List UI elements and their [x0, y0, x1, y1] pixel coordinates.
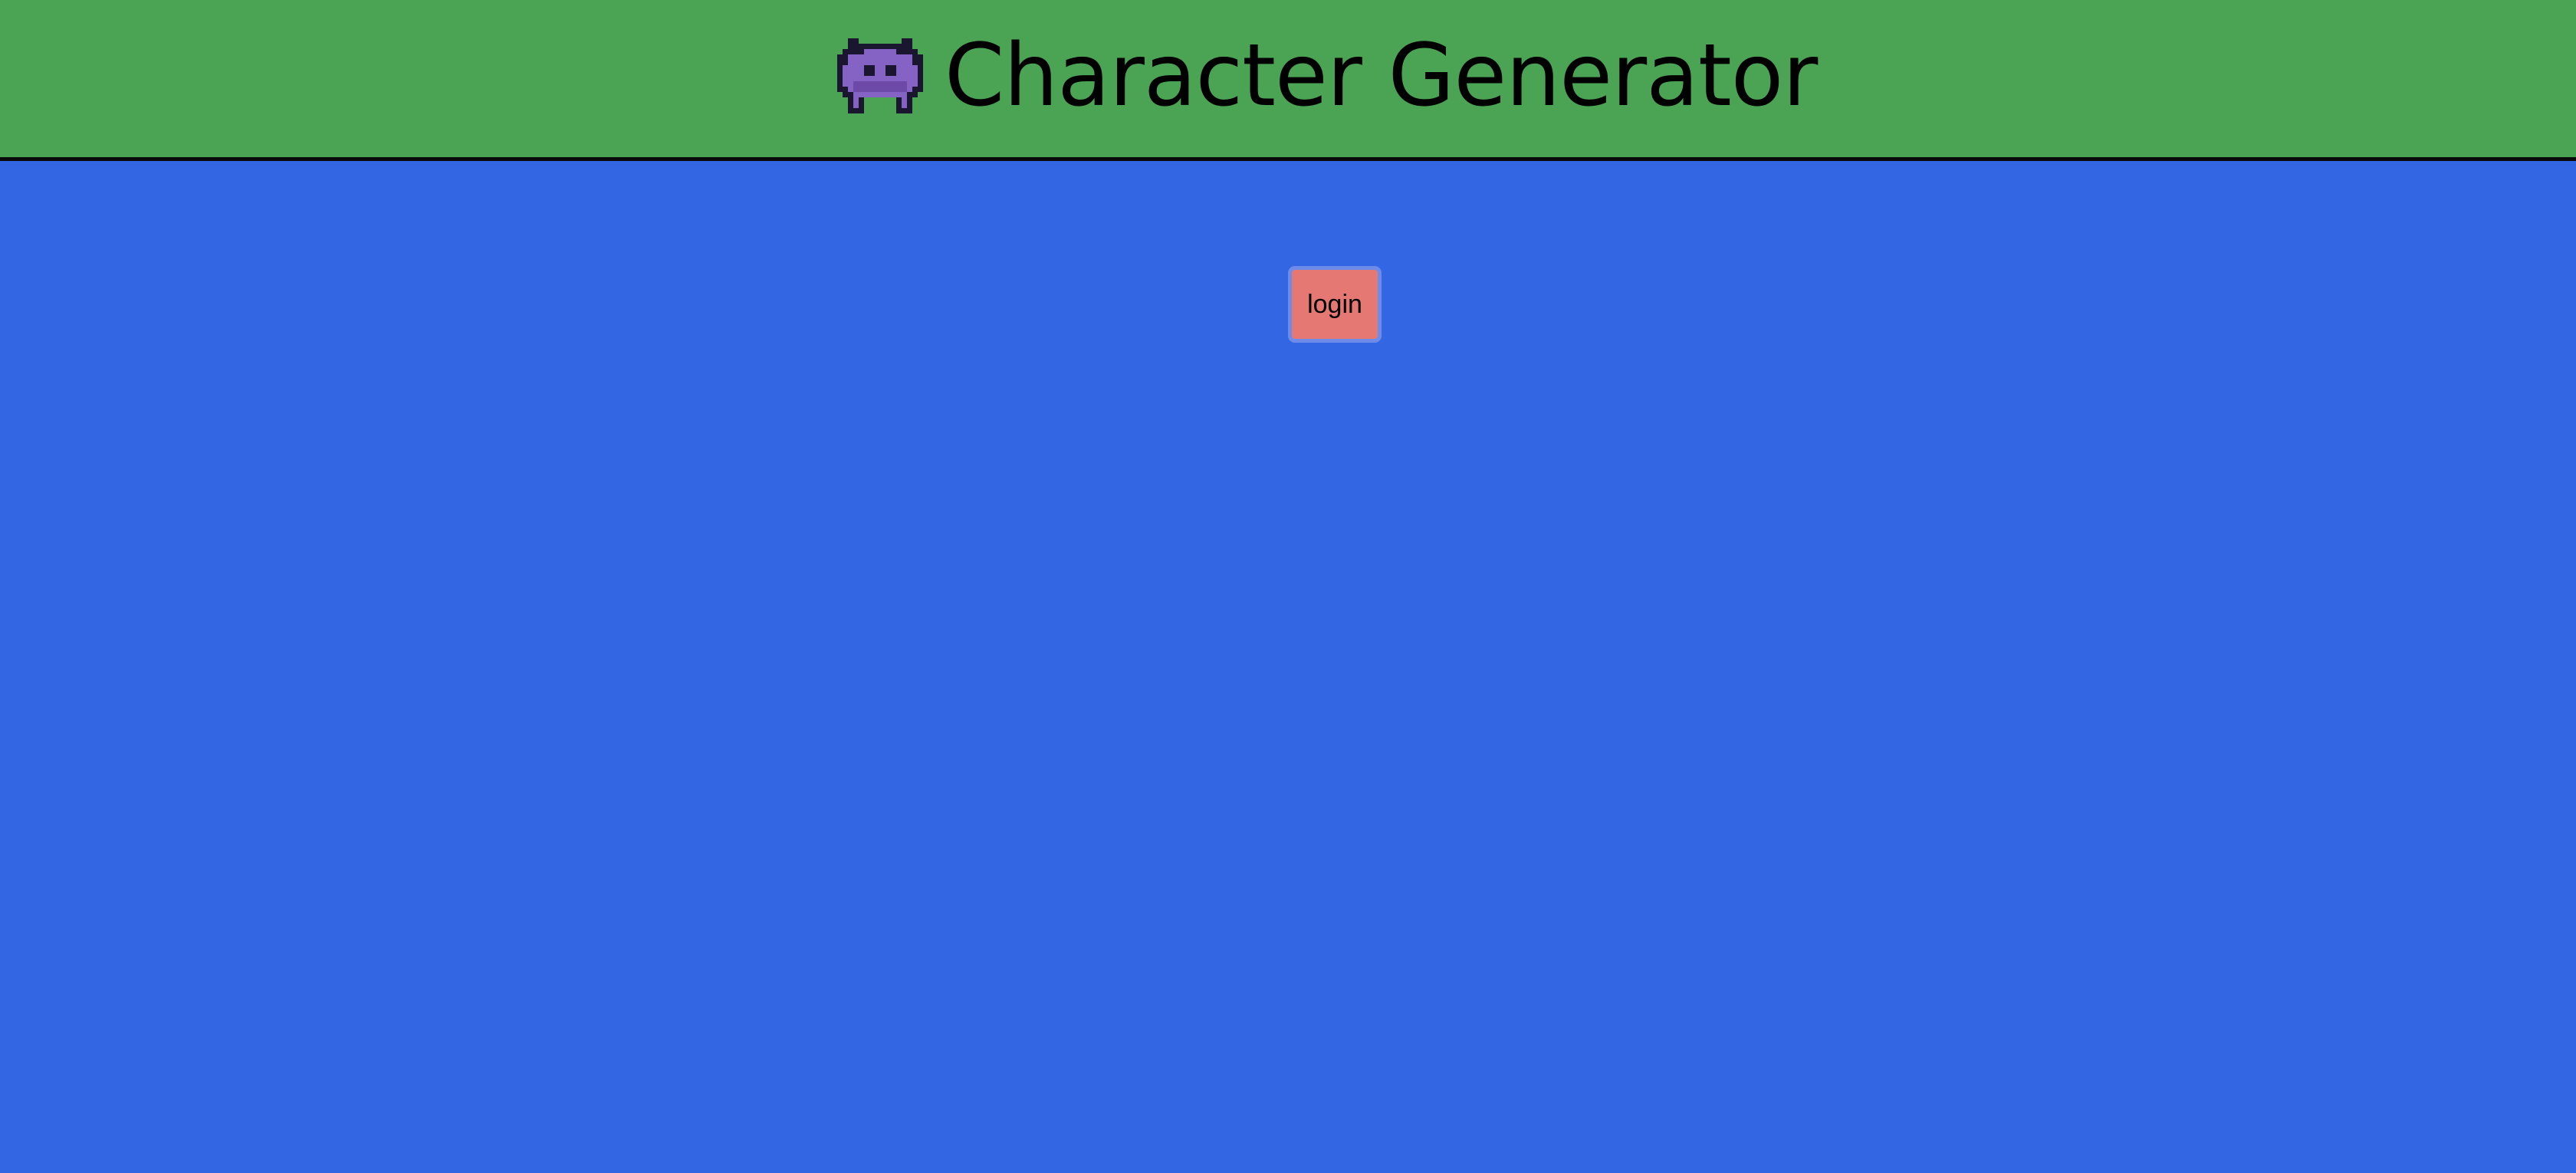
login-button[interactable]: login: [1288, 266, 1382, 343]
alien-monster-icon: [837, 38, 923, 113]
page-title: Character Generator: [945, 26, 1818, 126]
title-group: Character Generator: [837, 26, 1818, 126]
app-header: Character Generator: [0, 0, 2576, 161]
main-content: login: [0, 161, 2576, 1173]
